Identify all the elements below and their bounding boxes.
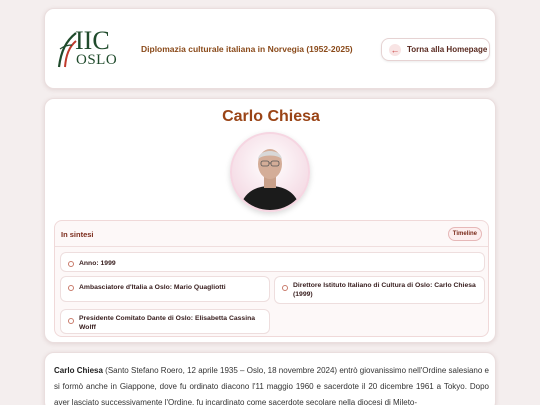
logo-text-iic: IIC bbox=[75, 26, 110, 55]
summary-item-president: Presidente Comitato Dante di Oslo: Elisa… bbox=[60, 309, 270, 334]
summary-header: In sintesi Timeline bbox=[55, 221, 488, 247]
site-header: IIC OSLO Diplomazia culturale italiana i… bbox=[44, 8, 496, 89]
iic-oslo-logo[interactable]: IIC OSLO bbox=[56, 26, 118, 69]
summary-item-ambassador: Ambasciatore d'Italia a Oslo: Mario Quag… bbox=[60, 276, 270, 302]
portrait-image bbox=[240, 149, 300, 210]
logo-text-oslo: OSLO bbox=[76, 52, 118, 68]
timeline-badge[interactable]: Timeline bbox=[447, 227, 482, 241]
summary-item-text: Presidente Comitato Dante di Oslo: Elisa… bbox=[79, 315, 256, 331]
summary-panel: In sintesi Timeline Anno: 1999 Ambasciat… bbox=[54, 220, 489, 337]
summary-item-director: Direttore Istituto Italiano di Cultura d… bbox=[274, 276, 485, 304]
home-button-label: Torna alla Homepage bbox=[407, 45, 488, 54]
summary-item-text: Direttore Istituto Italiano di Cultura d… bbox=[293, 282, 476, 298]
summary-item-year: Anno: 1999 bbox=[60, 252, 485, 272]
biography-card: Carlo Chiesa (Santo Stefano Roero, 12 ap… bbox=[44, 352, 496, 405]
biography-body: (Santo Stefano Roero, 12 aprile 1935 – O… bbox=[54, 366, 490, 405]
bullet-circle-icon bbox=[282, 285, 288, 291]
site-title: Diplomazia culturale italiana in Norvegi… bbox=[141, 44, 353, 54]
person-card: Carlo Chiesa In sintesi Timeline Anno: 1… bbox=[44, 98, 496, 343]
arrow-left-icon: ← bbox=[389, 43, 401, 56]
biography-name: Carlo Chiesa bbox=[54, 366, 103, 375]
back-to-homepage-button[interactable]: ← Torna alla Homepage bbox=[381, 38, 490, 61]
bullet-circle-icon bbox=[68, 261, 74, 267]
summary-item-text: Ambasciatore d'Italia a Oslo: Mario Quag… bbox=[79, 284, 226, 291]
summary-item-text: Anno: 1999 bbox=[79, 260, 116, 267]
bullet-circle-icon bbox=[68, 285, 74, 291]
biography-text: Carlo Chiesa (Santo Stefano Roero, 12 ap… bbox=[54, 363, 489, 405]
bullet-circle-icon bbox=[68, 318, 74, 324]
person-photo bbox=[230, 132, 310, 212]
summary-title: In sintesi bbox=[61, 230, 94, 239]
person-name: Carlo Chiesa bbox=[222, 108, 320, 125]
